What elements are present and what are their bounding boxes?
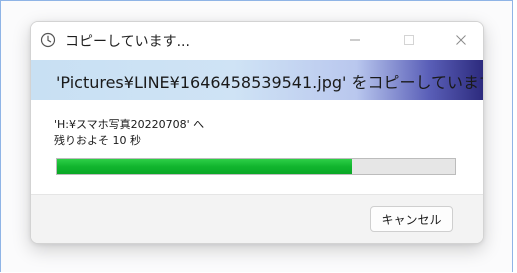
clock-icon <box>40 32 56 48</box>
progress-bar <box>56 158 456 175</box>
window-title: コピーしています... <box>65 34 190 50</box>
minimize-button[interactable] <box>335 26 375 54</box>
copy-status-banner: 'Pictures¥LINE¥1646458539541.jpg' をコピーして… <box>31 60 483 100</box>
maximize-icon <box>404 35 414 45</box>
cancel-button[interactable]: キャンセル <box>370 206 453 232</box>
title-bar[interactable]: コピーしています... <box>31 22 483 58</box>
screen: コピーしています... 'Pictures¥LINE¥1646458539541… <box>0 0 517 273</box>
copy-status-text: 'Pictures¥LINE¥1646458539541.jpg' をコピーして… <box>56 73 484 92</box>
copy-dialog: コピーしています... 'Pictures¥LINE¥1646458539541… <box>30 21 484 244</box>
time-remaining-text: 残りおよそ 10 秒 <box>54 134 141 147</box>
maximize-button[interactable] <box>389 26 429 54</box>
close-button[interactable] <box>441 26 481 54</box>
dialog-footer: キャンセル <box>31 194 483 243</box>
close-icon <box>456 35 466 45</box>
destination-text: 'H:¥スマホ写真20220708' へ <box>54 118 205 131</box>
progress-bar-fill <box>57 159 352 174</box>
minimize-icon <box>350 39 360 41</box>
